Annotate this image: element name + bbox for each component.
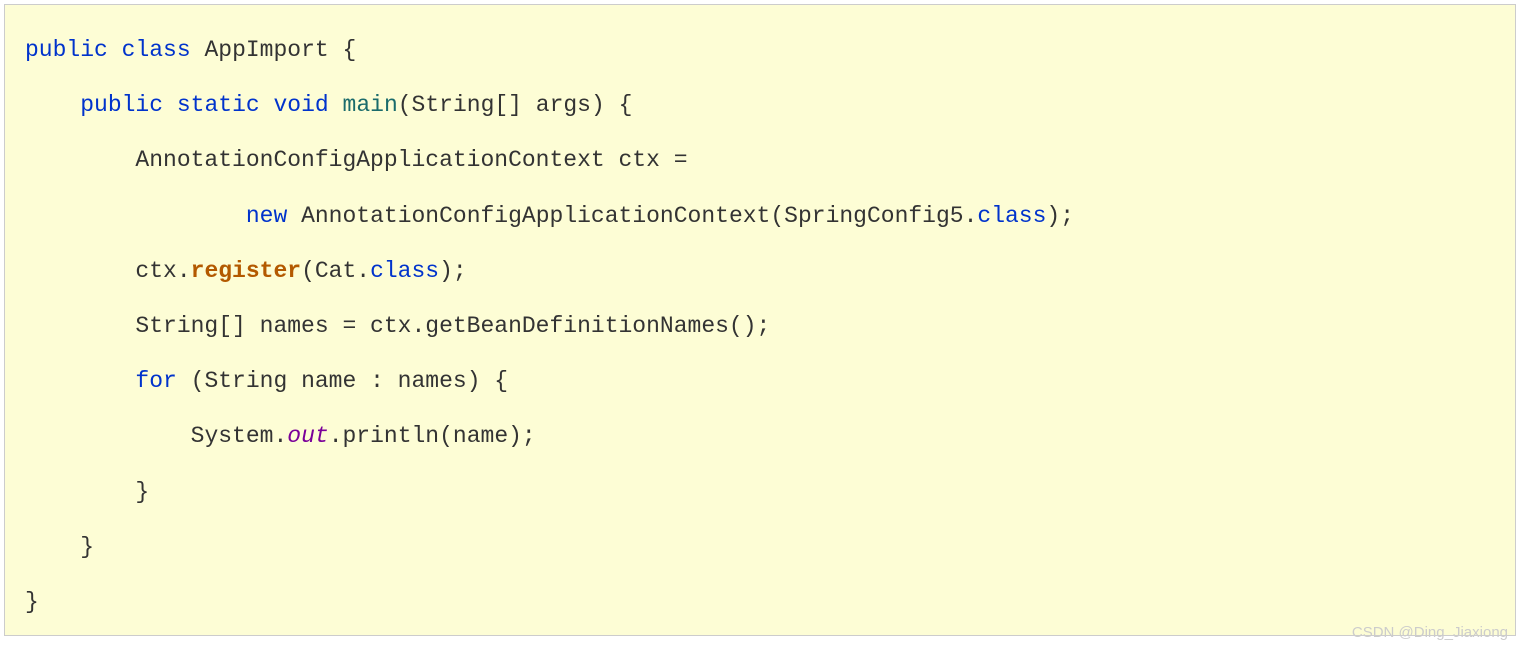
field-out: out [287, 423, 328, 449]
names-declaration: String[] names = ctx.getBeanDefinitionNa… [135, 313, 770, 339]
keyword-class-ref: class [977, 203, 1046, 229]
println-call: .println(name); [329, 423, 536, 449]
ctx-declaration: AnnotationConfigApplicationContext ctx = [135, 147, 687, 173]
ctx-prefix: ctx. [135, 258, 190, 284]
constructor-call: AnnotationConfigApplicationContext(Sprin… [301, 203, 977, 229]
class-name: AppImport [204, 37, 328, 63]
brace: } [80, 534, 94, 560]
main-params: (String[] args) { [398, 92, 633, 118]
keyword-for: for [135, 368, 176, 394]
paren-semi: ); [1046, 203, 1074, 229]
for-head: (String name : names) { [177, 368, 508, 394]
keyword-static: static [177, 92, 260, 118]
brace: } [25, 589, 39, 615]
method-main: main [343, 92, 398, 118]
keyword-class-ref: class [370, 258, 439, 284]
register-args: (Cat. [301, 258, 370, 284]
keyword-class: class [122, 37, 191, 63]
method-register: register [191, 258, 301, 284]
code-block: public class AppImport { public static v… [4, 4, 1516, 636]
keyword-void: void [274, 92, 329, 118]
keyword-public: public [80, 92, 163, 118]
brace: } [135, 479, 149, 505]
keyword-new: new [246, 203, 287, 229]
paren-semi: ); [439, 258, 467, 284]
brace: { [343, 37, 357, 63]
keyword-public: public [25, 37, 108, 63]
watermark: CSDN @Ding_Jiaxiong [1352, 624, 1508, 641]
system-prefix: System. [191, 423, 288, 449]
